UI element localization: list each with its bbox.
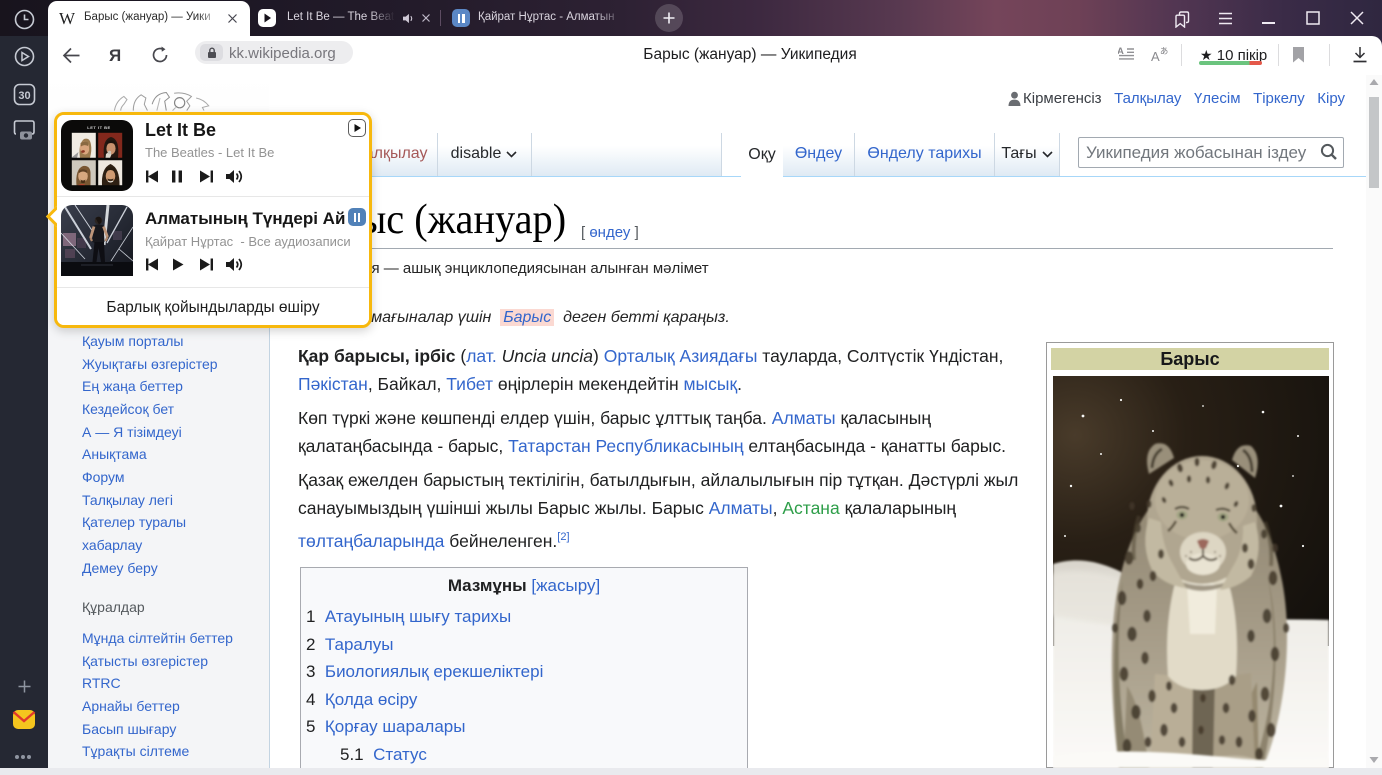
svg-text:A: A [1118,47,1124,57]
svg-text:30: 30 [18,90,30,102]
svg-text:ぁ: ぁ [1159,46,1169,57]
svg-text:LET IT BE: LET IT BE [87,125,110,130]
